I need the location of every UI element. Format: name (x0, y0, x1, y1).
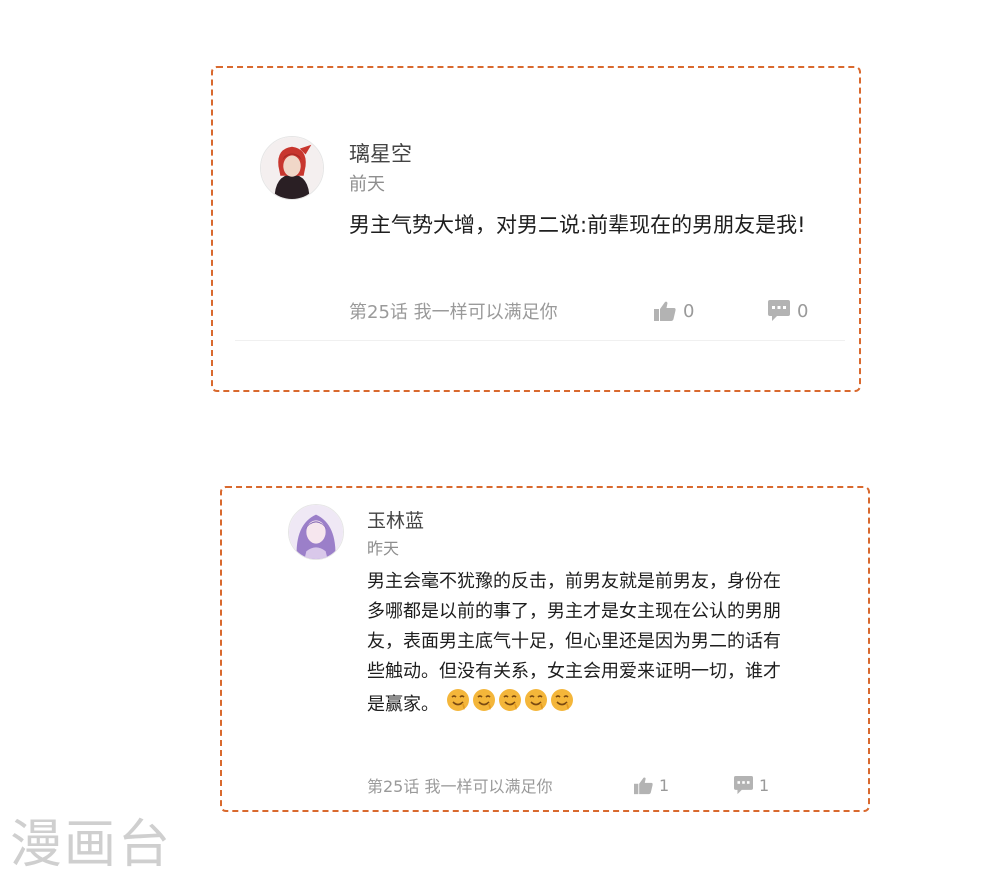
username[interactable]: 璃星空 (349, 138, 412, 168)
reply-button[interactable]: 1 (733, 772, 769, 798)
thumbs-up-icon (633, 776, 654, 795)
chapter-link[interactable]: 第25话 我一样可以满足你 (367, 773, 552, 797)
drooling-emoji-icon (445, 687, 471, 723)
comment-bubble-icon (767, 300, 791, 322)
reply-count: 1 (759, 775, 770, 795)
comment-body: 男主会毫不犹豫的反击，前男友就是前男友，身份在多哪都是以前的事了，男主才是女主现… (367, 567, 787, 723)
thumbs-up-icon (653, 300, 677, 322)
like-button[interactable]: 0 (653, 296, 694, 326)
avatar[interactable] (260, 136, 324, 200)
like-count: 0 (683, 300, 695, 322)
comment-card: 璃星空 前天 男主气势大增，对男二说:前辈现在的男朋友是我! 第25话 我一样可… (211, 66, 861, 392)
drooling-emoji-icon (523, 687, 549, 723)
comment-footer: 第25话 我一样可以满足你 1 1 (367, 772, 787, 798)
comment-bubble-icon (733, 775, 754, 795)
comment-time: 昨天 (367, 539, 400, 558)
chapter-link[interactable]: 第25话 我一样可以满足你 (349, 298, 558, 324)
drooling-emoji-icon (497, 687, 523, 723)
username[interactable]: 玉林蓝 (367, 506, 424, 533)
like-count: 1 (659, 775, 670, 795)
drooling-emoji-icon (471, 687, 497, 723)
drooling-emoji-icon (549, 687, 575, 723)
divider (235, 340, 845, 341)
like-button[interactable]: 1 (633, 772, 669, 798)
comment-card: 玉林蓝 昨天 男主会毫不犹豫的反击，前男友就是前男友，身份在多哪都是以前的事了，… (220, 486, 870, 812)
reply-button[interactable]: 0 (767, 296, 808, 326)
reply-count: 0 (797, 300, 809, 322)
emoji-group (445, 689, 575, 715)
comment-time: 前天 (349, 174, 385, 195)
avatar[interactable] (288, 504, 344, 560)
comment-text: 男主气势大增，对男二说:前辈现在的男朋友是我! (349, 213, 806, 237)
watermark: 漫画台 (10, 815, 173, 872)
comment-footer: 第25话 我一样可以满足你 0 0 (349, 296, 829, 326)
